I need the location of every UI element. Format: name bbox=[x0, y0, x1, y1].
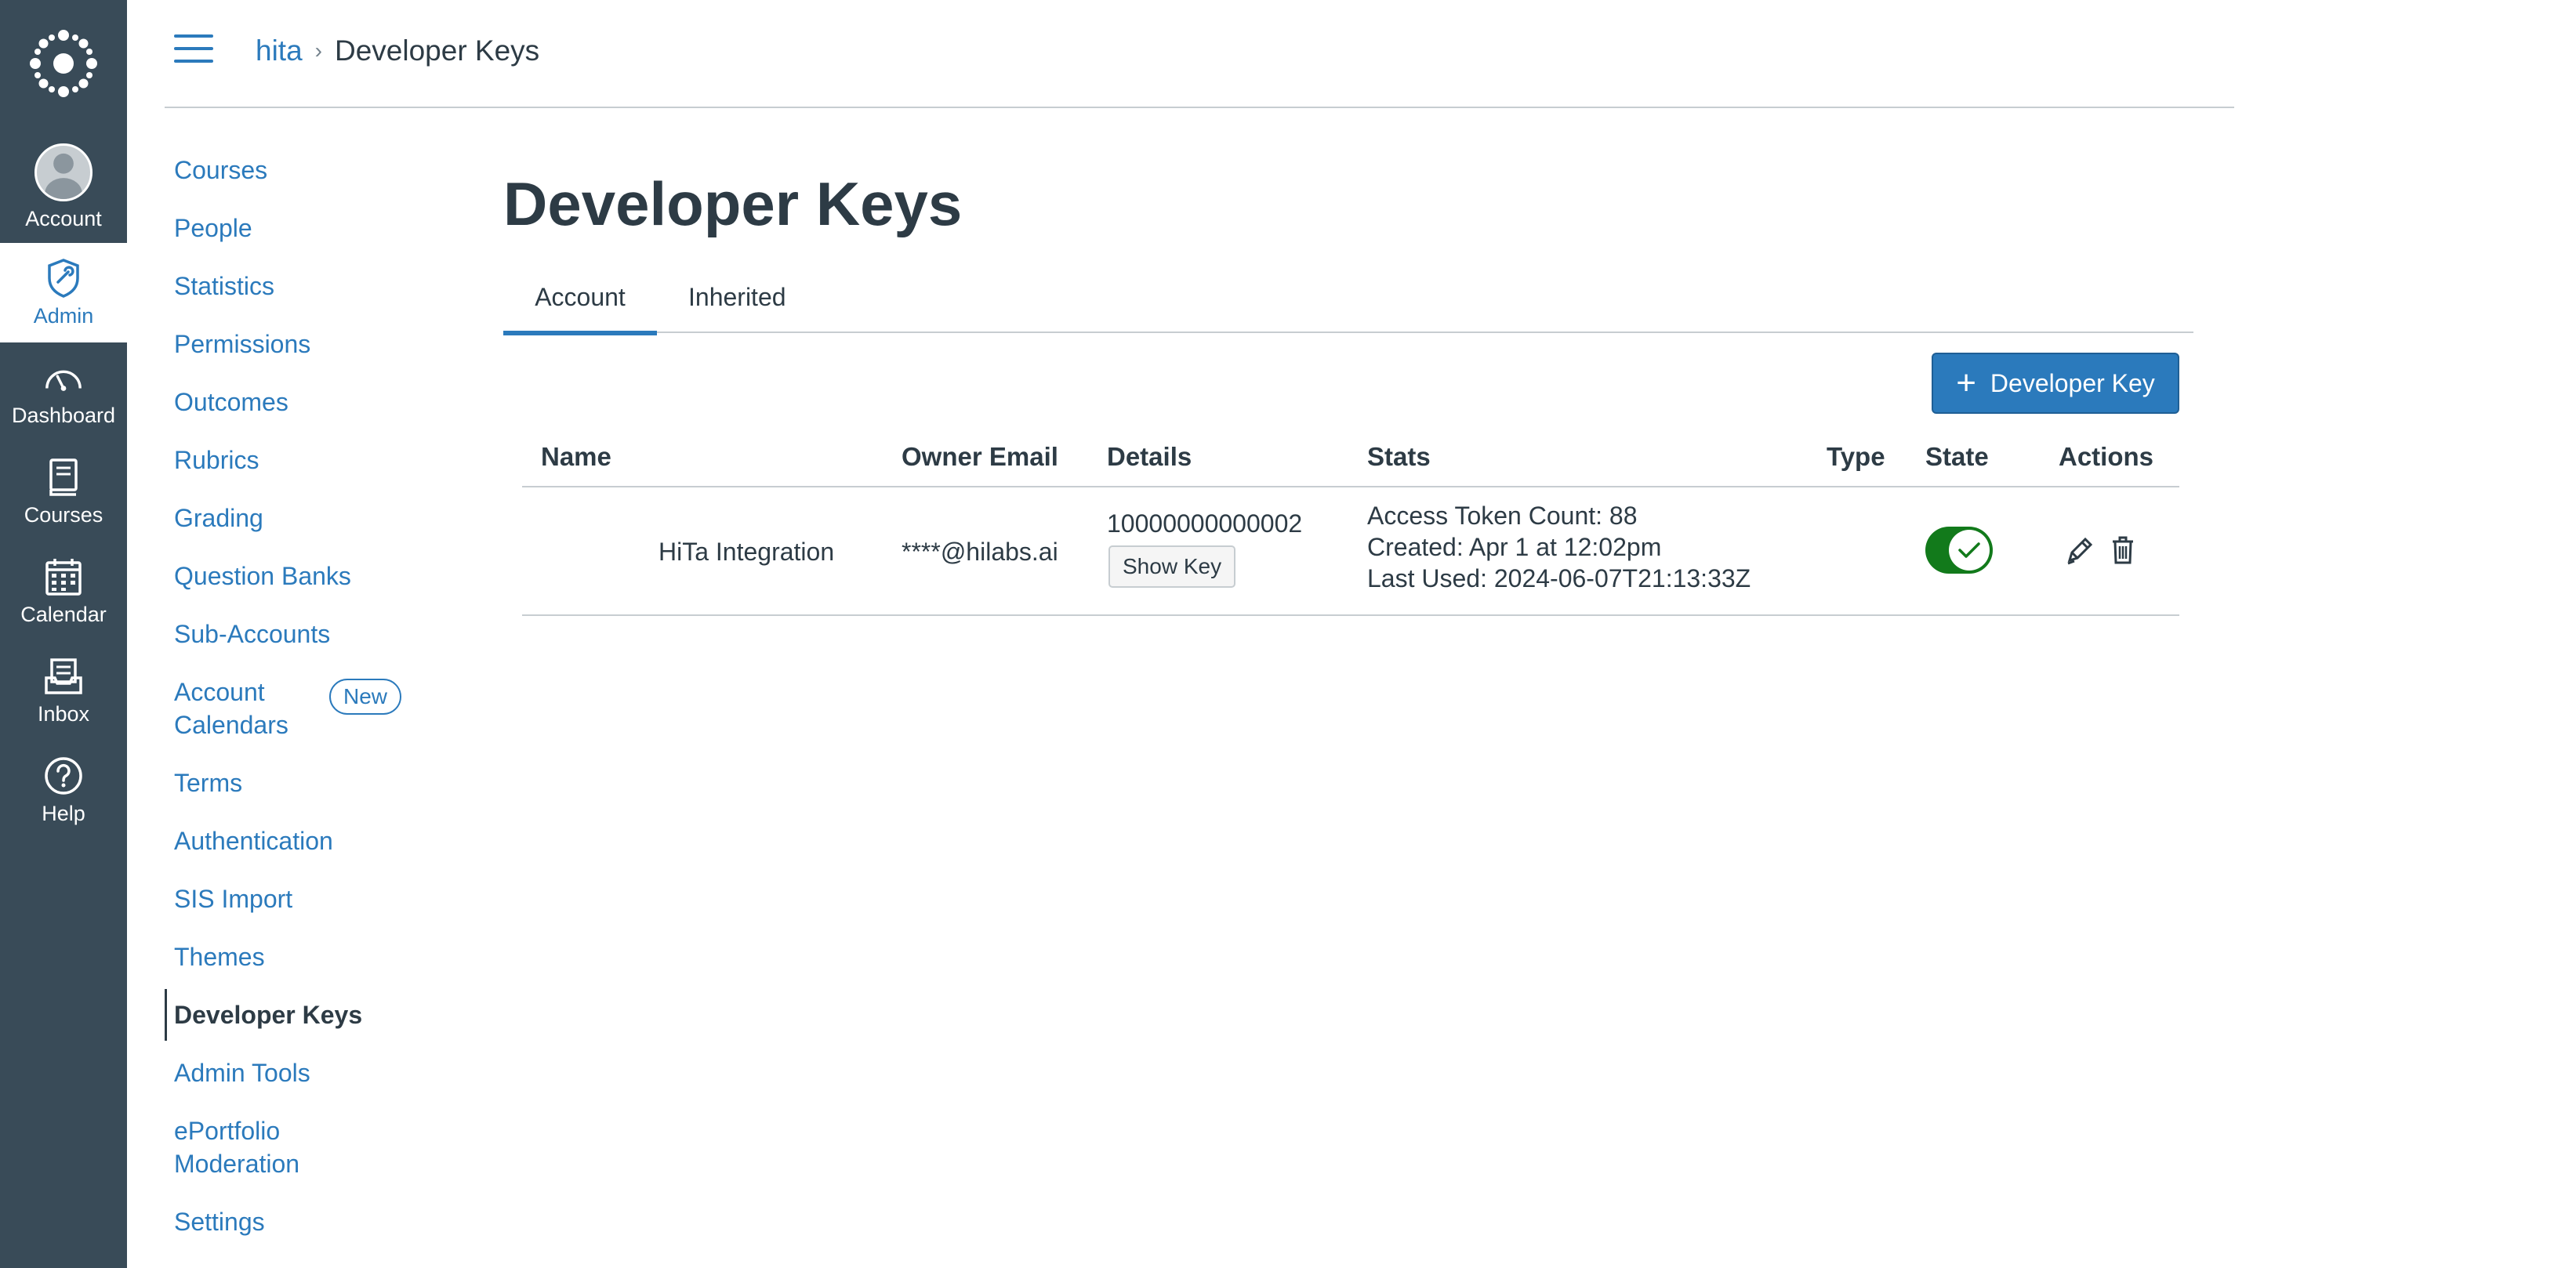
column-header-type: Type bbox=[1827, 442, 1885, 471]
global-nav-inbox[interactable]: Inbox bbox=[0, 641, 127, 741]
canvas-logo-icon bbox=[30, 30, 97, 97]
sub-nav-account-calendars-wrap: Account Calendars New bbox=[165, 676, 431, 741]
inbox-icon bbox=[43, 656, 84, 697]
avatar bbox=[34, 143, 93, 201]
add-developer-key-label: Developer Key bbox=[1990, 368, 2155, 397]
sub-nav-question-banks[interactable]: Question Banks bbox=[165, 560, 351, 592]
global-nav-dashboard-label: Dashboard bbox=[11, 403, 116, 427]
sub-nav-grading[interactable]: Grading bbox=[165, 502, 263, 534]
global-nav-account-label: Account bbox=[25, 207, 102, 230]
edit-pencil-icon[interactable] bbox=[2063, 533, 2095, 567]
sub-nav-permissions[interactable]: Permissions bbox=[165, 328, 310, 360]
sub-nav-authentication[interactable]: Authentication bbox=[165, 824, 333, 857]
global-nav: Account Admin Dashboard Courses Calendar… bbox=[0, 0, 127, 1268]
key-state-toggle[interactable] bbox=[1925, 527, 1993, 574]
calendar-icon bbox=[43, 556, 84, 597]
global-nav-admin-label: Admin bbox=[33, 303, 94, 328]
global-nav-courses-label: Courses bbox=[24, 502, 103, 527]
column-header-name: Name bbox=[541, 442, 611, 471]
sub-nav-admin-tools[interactable]: Admin Tools bbox=[165, 1056, 310, 1089]
plus-icon: + bbox=[1956, 364, 1976, 402]
hamburger-menu-icon[interactable] bbox=[174, 33, 213, 64]
global-nav-dashboard[interactable]: Dashboard bbox=[0, 342, 127, 442]
canvas-logo[interactable] bbox=[0, 0, 127, 127]
new-badge: New bbox=[329, 679, 402, 715]
global-nav-help[interactable]: Help bbox=[0, 741, 127, 840]
show-key-button[interactable]: Show Key bbox=[1108, 545, 1236, 588]
courses-icon bbox=[43, 457, 84, 498]
breadcrumb-current: Developer Keys bbox=[334, 34, 540, 67]
key-owner-email: ****@hilabs.ai bbox=[902, 538, 1058, 566]
developer-keys-table: Name Owner Email Details Stats Type Stat… bbox=[522, 431, 2179, 616]
add-developer-key-button[interactable]: + Developer Key bbox=[1932, 353, 2179, 414]
sub-nav-settings[interactable]: Settings bbox=[165, 1205, 265, 1238]
table-row: HiTa Integration ****@hilabs.ai 10000000… bbox=[522, 487, 2179, 616]
breadcrumb-account-link[interactable]: hita bbox=[256, 34, 303, 67]
page-title: Developer Keys bbox=[503, 169, 963, 238]
sub-nav-themes[interactable]: Themes bbox=[165, 940, 265, 973]
admin-shield-icon bbox=[43, 258, 84, 299]
table-header-row: Name Owner Email Details Stats Type Stat… bbox=[522, 431, 2179, 487]
help-icon bbox=[43, 755, 84, 796]
global-nav-inbox-label: Inbox bbox=[37, 701, 90, 726]
page-header: hita › Developer Keys bbox=[165, 0, 2234, 108]
sub-nav-outcomes[interactable]: Outcomes bbox=[165, 386, 288, 418]
global-nav-account[interactable]: Account bbox=[0, 132, 127, 243]
global-nav-help-label: Help bbox=[42, 801, 85, 825]
global-nav-courses[interactable]: Courses bbox=[0, 442, 127, 542]
column-header-owner-email: Owner Email bbox=[902, 442, 1058, 471]
sub-nav-statistics[interactable]: Statistics bbox=[165, 270, 274, 303]
global-nav-calendar-label: Calendar bbox=[20, 602, 107, 626]
column-header-stats: Stats bbox=[1367, 442, 1431, 471]
stats-access-token-count: Access Token Count: 88 bbox=[1367, 502, 1638, 530]
dashboard-icon bbox=[43, 357, 84, 398]
breadcrumb: hita › Developer Keys bbox=[256, 34, 539, 67]
sub-nav-sub-accounts[interactable]: Sub-Accounts bbox=[165, 618, 330, 650]
delete-trash-icon[interactable] bbox=[2107, 533, 2139, 567]
sub-nav-eportfolio-moderation[interactable]: ePortfolio Moderation bbox=[165, 1114, 299, 1180]
tab-list: Account Inherited bbox=[503, 268, 2193, 335]
stats-last-used: Last Used: 2024-06-07T21:13:33Z bbox=[1367, 564, 1751, 592]
column-header-state: State bbox=[1925, 442, 1989, 471]
global-nav-calendar[interactable]: Calendar bbox=[0, 542, 127, 641]
stats-created: Created: Apr 1 at 12:02pm bbox=[1367, 533, 1662, 561]
tab-account[interactable]: Account bbox=[503, 268, 657, 335]
key-details-id: 10000000000002 bbox=[1107, 509, 1303, 538]
sub-nav-courses[interactable]: Courses bbox=[165, 154, 267, 187]
main-content: Developer Keys Account Inherited + Devel… bbox=[503, 157, 2197, 616]
tab-inherited[interactable]: Inherited bbox=[688, 268, 786, 333]
sub-nav-people[interactable]: People bbox=[165, 212, 252, 245]
sub-nav-rubrics[interactable]: Rubrics bbox=[165, 444, 259, 476]
toggle-knob bbox=[1949, 530, 1990, 571]
sub-nav-sis-import[interactable]: SIS Import bbox=[165, 882, 292, 915]
breadcrumb-separator-icon: › bbox=[314, 38, 322, 63]
key-name: HiTa Integration bbox=[659, 538, 835, 566]
column-header-details: Details bbox=[1107, 442, 1192, 471]
global-nav-admin[interactable]: Admin bbox=[0, 243, 127, 342]
checkmark-icon bbox=[1958, 542, 1980, 558]
sub-nav-developer-keys[interactable]: Developer Keys bbox=[165, 989, 362, 1041]
column-header-actions: Actions bbox=[2059, 442, 2154, 471]
sub-nav-terms[interactable]: Terms bbox=[165, 766, 242, 799]
